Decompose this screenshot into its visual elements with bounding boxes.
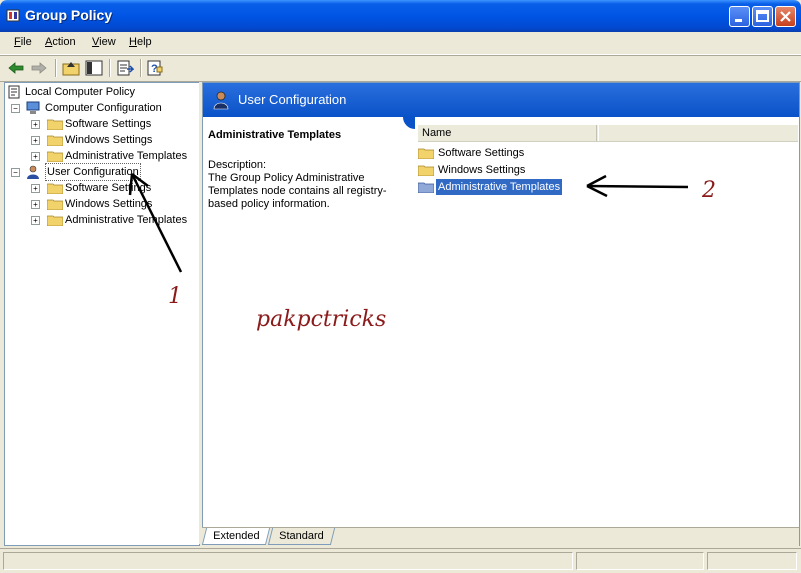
minimize-button[interactable]	[729, 6, 750, 27]
folder-icon	[418, 148, 434, 159]
folder-icon	[47, 135, 63, 146]
expand-icon[interactable]: +	[31, 216, 40, 225]
tree-item-user-windows-settings[interactable]: + Windows Settings	[7, 196, 197, 212]
tab-standard[interactable]: Standard	[267, 528, 335, 545]
forward-arrow-icon[interactable]	[30, 59, 48, 77]
menu-file[interactable]: File	[14, 36, 32, 48]
status-cell	[707, 552, 797, 570]
tree-label: Windows Settings	[65, 134, 153, 146]
tree-label: Administrative Templates	[65, 150, 188, 162]
tree-label: Administrative Templates	[65, 214, 188, 226]
annotation-label-2: 2	[702, 178, 716, 203]
maximize-icon	[756, 10, 769, 22]
tree-item-user-software-settings[interactable]: + Software Settings	[7, 180, 197, 196]
tree-label: User Configuration	[45, 163, 141, 181]
group-policy-window: Group Policy File Action View Help ? Loc…	[0, 0, 801, 573]
toolbar-separator	[140, 59, 142, 77]
tree-label: Software Settings	[65, 182, 152, 194]
tree-item-computer-administrative-templates[interactable]: + Administrative Templates	[7, 148, 197, 164]
show-hide-console-tree-icon[interactable]	[85, 59, 103, 77]
list-item-label: Software Settings	[438, 147, 525, 159]
policy-scroll-icon	[8, 85, 20, 99]
description-heading: Administrative Templates	[208, 129, 342, 141]
menu-view[interactable]: View	[92, 36, 116, 48]
export-list-icon[interactable]	[116, 59, 134, 77]
list-item-label: Windows Settings	[438, 164, 526, 176]
collapse-icon[interactable]: −	[11, 168, 20, 177]
list-header: Name	[418, 125, 798, 142]
status-bar	[0, 548, 801, 573]
folder-icon	[47, 215, 63, 226]
collapse-icon[interactable]: −	[11, 104, 20, 113]
status-cell	[576, 552, 704, 570]
console-tree[interactable]: Local Computer Policy − Computer Configu…	[4, 82, 200, 546]
title-bar[interactable]: Group Policy	[0, 0, 801, 32]
status-cell-main	[3, 552, 573, 570]
tree-label: Software Settings	[65, 118, 152, 130]
window-title: Group Policy	[25, 7, 113, 23]
list-item-label: Administrative Templates	[436, 179, 563, 195]
details-title: User Configuration	[238, 92, 347, 107]
column-header-label: Name	[422, 127, 452, 139]
tree-item-computer-software-settings[interactable]: + Software Settings	[7, 116, 197, 132]
expand-icon[interactable]: +	[31, 136, 40, 145]
menu-help[interactable]: Help	[129, 36, 152, 48]
expand-icon[interactable]: +	[31, 200, 40, 209]
description-label: Description:	[208, 159, 267, 171]
expand-icon[interactable]: +	[31, 184, 40, 193]
tree-label: Windows Settings	[65, 198, 153, 210]
computer-icon	[26, 101, 40, 114]
expand-icon[interactable]: +	[31, 152, 40, 161]
toolbar-separator	[55, 59, 57, 77]
help-icon[interactable]: ?	[146, 59, 164, 77]
close-button[interactable]	[775, 6, 796, 27]
tab-label: Standard	[279, 530, 324, 542]
folder-icon	[47, 183, 63, 194]
menu-bar: File Action View Help	[0, 32, 801, 55]
back-arrow-icon[interactable]	[7, 59, 25, 77]
folder-icon	[47, 151, 63, 162]
up-one-level-icon[interactable]	[62, 59, 80, 77]
tree-item-user-configuration[interactable]: − User Configuration	[7, 163, 197, 181]
column-header-name[interactable]: Name	[418, 125, 597, 141]
folder-icon	[418, 182, 434, 193]
tree-label: Local Computer Policy	[25, 86, 136, 98]
folder-icon	[47, 199, 63, 210]
tree-label: Computer Configuration	[45, 102, 162, 114]
close-icon	[780, 11, 791, 22]
minimize-icon	[735, 19, 742, 22]
folder-icon	[47, 119, 63, 130]
tree-item-user-administrative-templates[interactable]: + Administrative Templates	[7, 212, 197, 228]
toolbar-separator	[109, 59, 111, 77]
user-icon	[27, 165, 39, 179]
menu-action[interactable]: Action	[45, 36, 76, 48]
watermark-text: pakpctricks	[256, 307, 387, 332]
tree-item-computer-windows-settings[interactable]: + Windows Settings	[7, 132, 197, 148]
tab-label: Extended	[213, 530, 260, 542]
annotation-label-1: 1	[168, 284, 182, 309]
column-header-empty	[598, 125, 799, 141]
tab-extended[interactable]: Extended	[201, 528, 271, 545]
tree-item-computer-configuration[interactable]: − Computer Configuration	[7, 100, 197, 116]
maximize-button[interactable]	[752, 6, 773, 27]
folder-icon	[418, 165, 434, 176]
details-header: User Configuration	[203, 83, 799, 117]
toolbar: ?	[0, 55, 801, 82]
expand-icon[interactable]: +	[31, 120, 40, 129]
user-icon	[213, 91, 229, 110]
group-policy-app-icon	[6, 9, 20, 22]
description-text: The Group Policy Administrative Template…	[208, 172, 387, 210]
view-tabs: Extended Standard	[201, 527, 799, 546]
